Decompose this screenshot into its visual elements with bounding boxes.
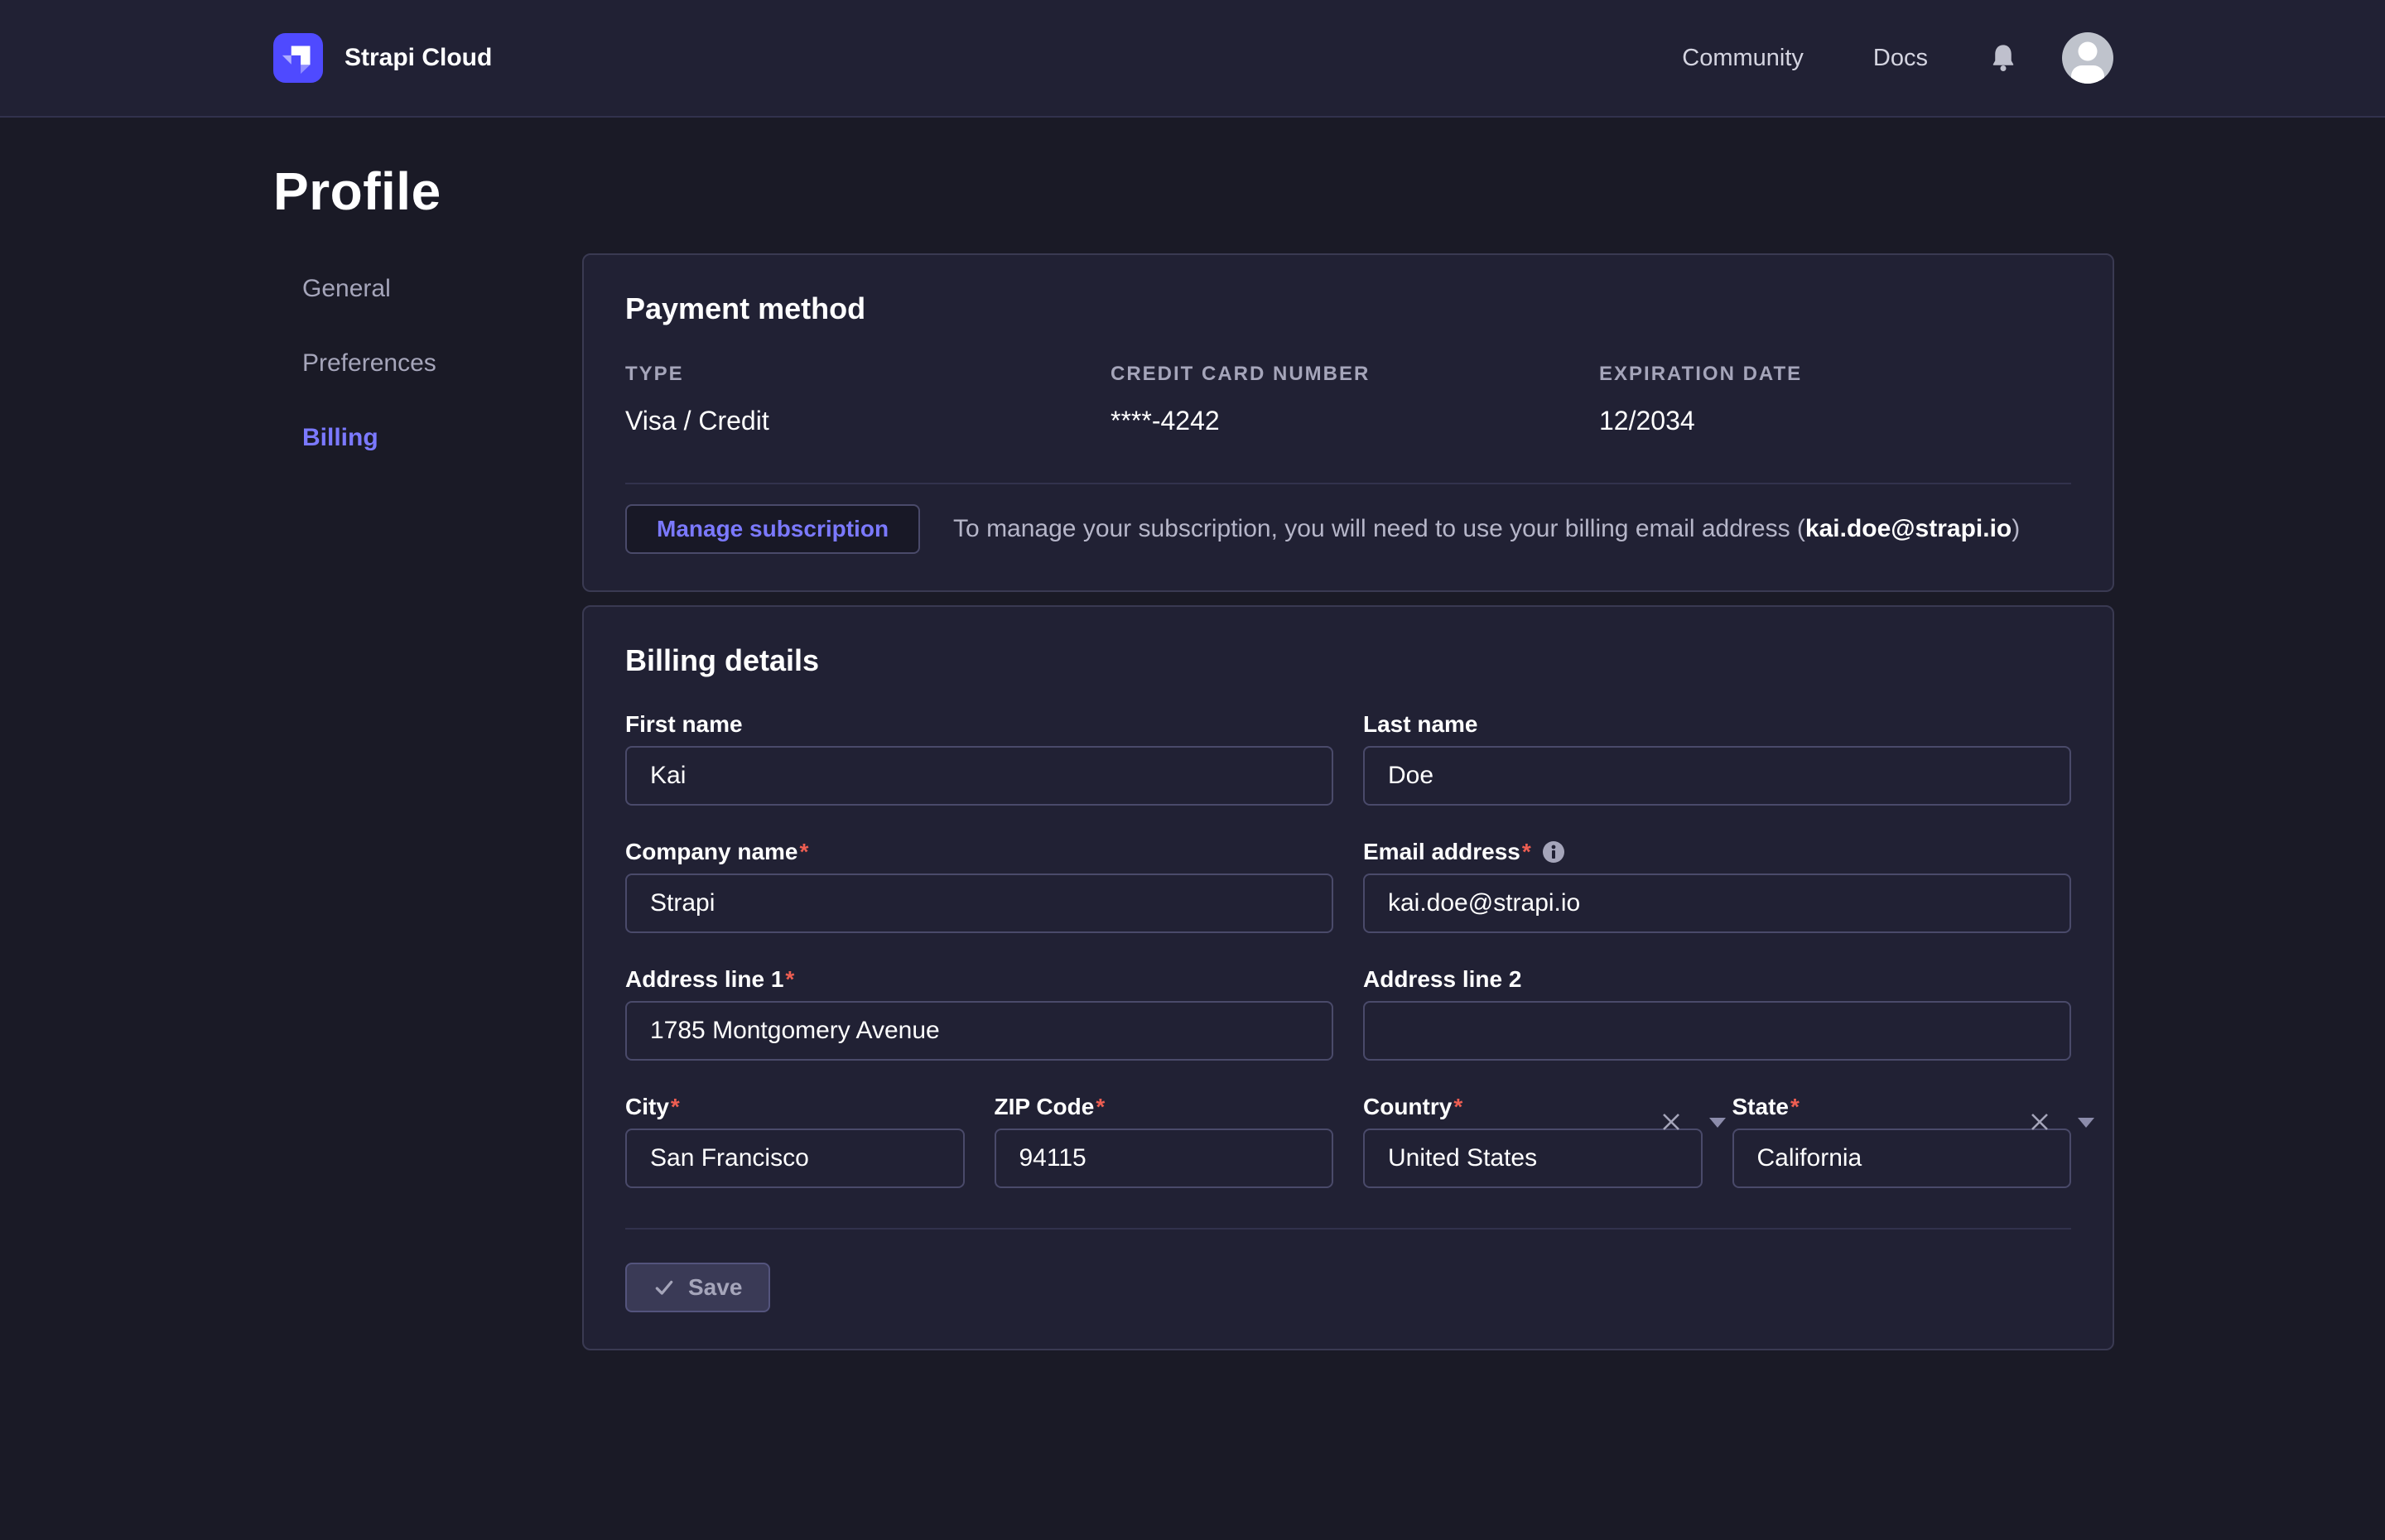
- payment-type-column: TYPE Visa / Credit: [625, 363, 1111, 436]
- sidebar-item-general[interactable]: General: [302, 275, 582, 303]
- address-line-2-input[interactable]: [1363, 1001, 2071, 1061]
- first-name-input[interactable]: [625, 746, 1333, 806]
- clear-x-icon: [1660, 1110, 1683, 1133]
- last-name-label: Last name: [1363, 710, 2071, 739]
- last-name-field-group: Last name: [1363, 710, 2071, 806]
- strapi-logo[interactable]: [273, 33, 323, 83]
- state-label: State*: [1732, 1092, 2072, 1122]
- state-combobox[interactable]: [1732, 1129, 2072, 1188]
- payment-type-label: TYPE: [625, 363, 1111, 386]
- navbar-links: Community Docs: [1612, 32, 2113, 84]
- expiration-date-label: EXPIRATION DATE: [1599, 363, 2071, 386]
- address-line-1-field-group: Address line 1*: [625, 965, 1333, 1061]
- billing-details-title: Billing details: [625, 643, 2071, 678]
- state-field-group: State*: [1732, 1092, 2072, 1188]
- payment-method-title: Payment method: [625, 291, 2071, 326]
- country-field-group: Country*: [1363, 1092, 1703, 1188]
- user-avatar-icon: [2062, 32, 2113, 84]
- first-name-label: First name: [625, 710, 1333, 739]
- nav-link-docs[interactable]: Docs: [1873, 45, 1928, 72]
- manage-subscription-button[interactable]: Manage subscription: [625, 504, 920, 554]
- notifications-button[interactable]: [1991, 43, 2016, 73]
- city-field-group: City*: [625, 1092, 965, 1188]
- email-input[interactable]: [1363, 873, 2071, 933]
- country-label: Country*: [1363, 1092, 1703, 1122]
- company-name-field-group: Company name*: [625, 837, 1333, 933]
- clear-x-icon: [2028, 1110, 2051, 1133]
- sidebar-item-billing[interactable]: Billing: [302, 424, 582, 452]
- address-line-2-label: Address line 2: [1363, 965, 2071, 994]
- city-input[interactable]: [625, 1129, 965, 1188]
- credit-card-number-value: ****-4242: [1111, 406, 1599, 436]
- nav-link-community[interactable]: Community: [1682, 45, 1804, 72]
- zip-code-input[interactable]: [995, 1129, 1334, 1188]
- page-title: Profile: [273, 161, 2114, 222]
- user-avatar[interactable]: [2062, 32, 2113, 84]
- info-icon[interactable]: [1541, 840, 1566, 864]
- payment-type-value: Visa / Credit: [625, 406, 1111, 436]
- first-name-field-group: First name: [625, 710, 1333, 806]
- bell-icon: [1991, 43, 2016, 73]
- zip-code-field-group: ZIP Code*: [995, 1092, 1334, 1188]
- email-label: Email address*: [1363, 837, 2071, 867]
- payment-method-card: Payment method TYPE Visa / Credit CREDIT…: [582, 253, 2114, 592]
- expiration-date-value: 12/2034: [1599, 406, 2071, 436]
- save-button[interactable]: Save: [625, 1263, 770, 1312]
- zip-code-label: ZIP Code*: [995, 1092, 1334, 1122]
- address-line-1-label: Address line 1*: [625, 965, 1333, 994]
- payment-card-number-column: CREDIT CARD NUMBER ****-4242: [1111, 363, 1599, 436]
- email-field-group: Email address*: [1363, 837, 2071, 933]
- country-chevron-down-icon[interactable]: [1709, 1118, 1726, 1128]
- last-name-input[interactable]: [1363, 746, 2071, 806]
- billing-email-note: To manage your subscription, you will ne…: [953, 515, 2020, 543]
- country-clear-button[interactable]: [1655, 1105, 1688, 1138]
- state-clear-button[interactable]: [2023, 1105, 2056, 1138]
- address-line-1-input[interactable]: [625, 1001, 1333, 1061]
- check-icon: [653, 1277, 675, 1298]
- strapi-logo-icon: [273, 33, 323, 83]
- billing-email-address: kai.doe@strapi.io: [1805, 515, 2012, 542]
- billing-details-card: Billing details First name Last name Com…: [582, 605, 2114, 1350]
- state-chevron-down-icon[interactable]: [2078, 1118, 2094, 1128]
- address-line-2-field-group: Address line 2: [1363, 965, 2071, 1061]
- billing-form-divider: [625, 1228, 2071, 1230]
- sidebar-item-preferences[interactable]: Preferences: [302, 349, 582, 378]
- company-name-input[interactable]: [625, 873, 1333, 933]
- city-label: City*: [625, 1092, 965, 1122]
- company-name-label: Company name*: [625, 837, 1333, 867]
- credit-card-number-label: CREDIT CARD NUMBER: [1111, 363, 1599, 386]
- profile-sidebar: General Preferences Billing: [273, 253, 582, 1350]
- top-navbar: Strapi Cloud Community Docs: [0, 0, 2385, 118]
- country-combobox[interactable]: [1363, 1129, 1703, 1188]
- brand-name[interactable]: Strapi Cloud: [344, 44, 492, 72]
- payment-expiration-column: EXPIRATION DATE 12/2034: [1599, 363, 2071, 436]
- payment-card-divider: [625, 483, 2071, 484]
